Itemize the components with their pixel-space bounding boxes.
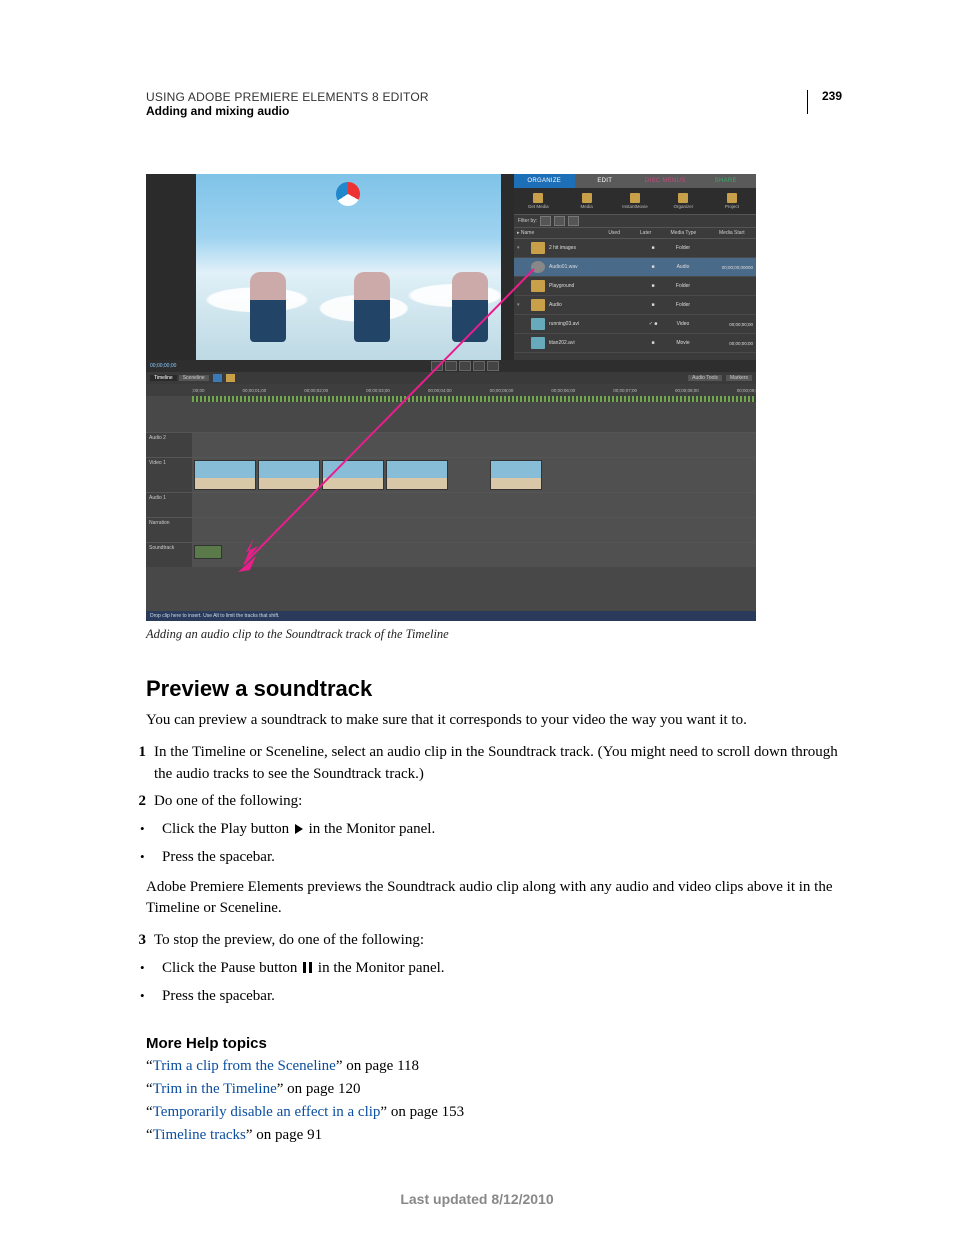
heading-more-help: More Help topics [146,1035,842,1052]
help-link-row: “Trim in the Timeline” on page 120 [146,1081,842,1098]
media-row[interactable]: Audio01.wav■Audio00;00;00;00000 [514,258,756,277]
header-section: Adding and mixing audio [146,104,429,118]
project-panel: ORGANIZE EDIT DISC MENUS SHARE Get Media… [514,174,756,360]
btn-instantmovie[interactable]: InstantMovie [611,188,659,214]
help-link-row: “Temporarily disable an effect in a clip… [146,1104,842,1121]
filter-btn-1[interactable] [540,216,551,226]
track-audio2: Audio 2 [146,432,756,457]
btn-media[interactable]: Media [562,188,610,214]
track-soundtrack[interactable]: Soundtrack [146,542,756,567]
soundtrack-clip[interactable] [194,545,222,559]
btn-get-media[interactable]: Get Media [514,188,562,214]
track-narration: Narration [146,517,756,542]
link-timeline-tracks[interactable]: Timeline tracks [153,1127,246,1143]
media-row[interactable]: ▾Audio■Folder [514,296,756,315]
filter-label: Filter by: [518,218,537,224]
intro-paragraph: You can preview a soundtrack to make sur… [146,710,842,732]
tl-tool-icon[interactable] [213,374,222,382]
tab-sceneline[interactable]: Sceneline [179,375,209,381]
btn-organizer[interactable]: Organizer [659,188,707,214]
tab-audio-tools[interactable]: Audio Tools [688,375,722,381]
step-3: 3To stop the preview, do one of the foll… [146,930,842,952]
media-row[interactable]: ▾Playground■Folder [514,277,756,296]
header-title: USING ADOBE PREMIERE ELEMENTS 8 EDITOR [146,90,429,104]
tl-tool-icon[interactable] [226,374,235,382]
media-row[interactable]: running03.avi✓ ■Video00;00;00;00 [514,315,756,334]
page-header: USING ADOBE PREMIERE ELEMENTS 8 EDITOR A… [146,90,842,118]
timeline-panel: Timeline Sceneline Audio Tools Markers ;… [146,372,756,621]
tab-organize[interactable]: ORGANIZE [514,174,575,188]
play-step-fwd[interactable] [473,361,485,371]
step-1: 1In the Timeline or Sceneline, select an… [146,742,842,786]
figure-caption: Adding an audio clip to the Soundtrack t… [146,627,842,642]
btn-project[interactable]: Project [708,188,756,214]
screenshot: ORGANIZE EDIT DISC MENUS SHARE Get Media… [146,174,756,621]
paragraph-preview: Adobe Premiere Elements previews the Sou… [146,877,842,921]
step-2: 2Do one of the following: [146,791,842,813]
tab-edit[interactable]: EDIT [575,174,636,188]
play-next[interactable] [487,361,499,371]
media-row[interactable]: ▾2 hit images■Folder [514,239,756,258]
filter-btn-3[interactable] [568,216,579,226]
bullet-spacebar-stop: Press the spacebar. [146,986,842,1008]
tab-share[interactable]: SHARE [696,174,757,188]
link-trim-timeline[interactable]: Trim in the Timeline [153,1081,277,1097]
footer-last-updated: Last updated 8/12/2010 [0,1191,954,1207]
heading-preview-soundtrack: Preview a soundtrack [146,676,842,702]
timecode: 00;00;00;00 [150,363,176,369]
link-trim-sceneline[interactable]: Trim a clip from the Sceneline [153,1058,336,1074]
tab-disc-menus[interactable]: DISC MENUS [635,174,696,188]
help-link-row: “Timeline tracks” on page 91 [146,1127,842,1144]
track-audio1: Audio 1 [146,492,756,517]
media-row[interactable]: titan202.avi■Movie00;00;00;00 [514,334,756,353]
play-prev[interactable] [431,361,443,371]
play-icon [295,824,303,834]
help-link-row: “Trim a clip from the Sceneline” on page… [146,1058,842,1075]
pause-icon [303,962,312,973]
track-video1: Video 1 [146,457,756,492]
play-step-back[interactable] [445,361,457,371]
page-number: 239 [807,90,842,114]
filter-btn-2[interactable] [554,216,565,226]
bullet-spacebar: Press the spacebar. [146,847,842,869]
tab-timeline[interactable]: Timeline [150,375,177,381]
statusbar: Drop clip here to insert. Use Alt to lim… [146,611,756,621]
monitor-panel [196,174,501,360]
bullet-play: Click the Play button in the Monitor pan… [146,819,842,841]
figure: ORGANIZE EDIT DISC MENUS SHARE Get Media… [146,174,842,642]
bullet-pause: Click the Pause button in the Monitor pa… [146,958,842,980]
play-button[interactable] [459,361,471,371]
tab-markers[interactable]: Markers [726,375,752,381]
timeline-ruler: ;00;0000;00;01;0000;00;02;0000;00;03;000… [146,384,756,396]
column-headers: ▸ Name Used Later Media Type Media Start [514,228,756,239]
playbar: 00;00;00;00 [146,360,756,372]
link-disable-effect[interactable]: Temporarily disable an effect in a clip [153,1104,381,1120]
